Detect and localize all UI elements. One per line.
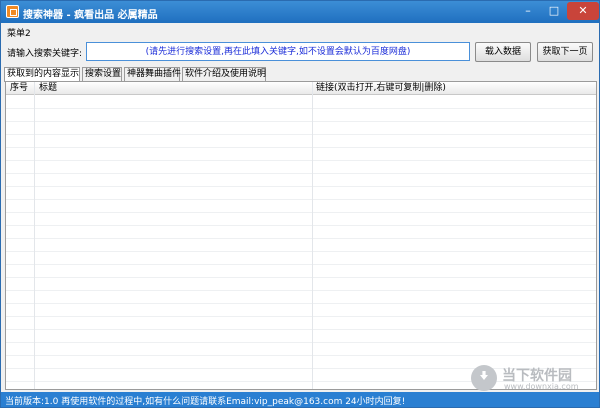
tab-music-plugin[interactable]: 神器舞曲插件 [124,67,181,81]
keyword-input-box[interactable] [86,42,470,61]
column-divider [34,82,35,389]
tab-about[interactable]: 软件介绍及使用说明 [182,67,266,81]
results-table[interactable]: 序号 标题 链接(双击打开,右键可复制|删除) [5,81,597,390]
maximize-button[interactable]: □ [541,2,567,20]
column-header-link[interactable]: 链接(双击打开,右键可复制|删除) [316,83,446,94]
column-divider [312,82,313,389]
menu-item-menu2[interactable]: 菜单2 [7,26,31,39]
download-arrow-icon [471,365,497,391]
status-text: 当前版本:1.0 再使用软件的过程中,如有什么问题请联系Email:vip_pe… [5,397,406,407]
next-page-button[interactable]: 获取下一页 [537,42,593,62]
window-title: 搜索神器 - 疯看出品 必属精品 [23,10,158,21]
column-header-title[interactable]: 标题 [39,83,57,94]
keyword-label: 请输入搜索关键字: [7,49,83,59]
column-header-index[interactable]: 序号 [10,83,28,94]
app-window: 搜索神器 - 疯看出品 必属精品 – □ ✕ 菜单2 请输入搜索关键字: 载入数… [0,0,600,408]
close-button[interactable]: ✕ [567,2,599,20]
table-header: 序号 标题 链接(双击打开,右键可复制|删除) [6,82,596,95]
minimize-button[interactable]: – [515,2,541,20]
watermark-logo: 当下软件园 www.downxia.com [471,365,591,391]
watermark-subtitle: www.downxia.com [504,382,579,391]
keyword-input[interactable] [87,43,469,60]
load-data-button[interactable]: 载入数据 [475,42,531,62]
status-bar: 当前版本:1.0 再使用软件的过程中,如有什么问题请联系Email:vip_pe… [1,392,599,407]
tab-search-settings[interactable]: 搜索设置 [82,67,122,81]
tab-results[interactable]: 获取到的内容显示 [4,67,80,82]
menu-bar: 菜单2 [1,23,599,39]
app-icon [6,5,19,18]
title-bar[interactable]: 搜索神器 - 疯看出品 必属精品 – □ ✕ [1,1,599,23]
